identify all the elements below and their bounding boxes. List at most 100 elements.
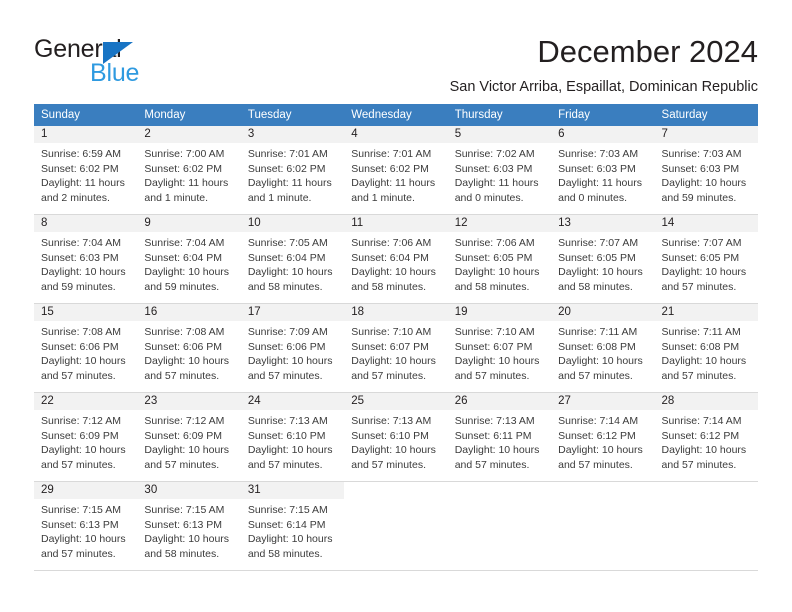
calendar-day-cell[interactable]: 30 Sunrise: 7:15 AM Sunset: 6:13 PM Dayligh… <box>137 482 241 570</box>
sunset-text: Sunset: 6:13 PM <box>41 518 119 531</box>
sunset-text: Sunset: 6:04 PM <box>144 251 223 264</box>
day-number: 27 <box>551 393 655 410</box>
calendar-day-cell[interactable]: 18 Sunrise: 7:10 AM Sunset: 6:07 PM Dayligh… <box>344 304 448 392</box>
sunset-text: Sunset: 6:02 PM <box>41 162 119 175</box>
day-details: Sunrise: 7:11 AM Sunset: 6:08 PM Daylight:… <box>551 321 654 389</box>
day-details: Sunrise: 7:14 AM Sunset: 6:12 PM Daylight:… <box>655 410 758 478</box>
daylight-text: Daylight: 10 hours and 57 minutes. <box>247 355 333 382</box>
sunset-text: Sunset: 6:02 PM <box>144 162 223 175</box>
sunrise-text: Sunrise: 7:10 AM <box>454 326 535 338</box>
calendar-page: General Blue December 2024 San Victor Ar… <box>0 0 792 612</box>
sunset-text: Sunset: 6:12 PM <box>558 429 636 442</box>
day-details: Sunrise: 7:12 AM Sunset: 6:09 PM Daylight:… <box>34 410 137 478</box>
daylight-text: Daylight: 10 hours and 58 minutes. <box>144 533 230 560</box>
day-details: Sunrise: 7:04 AM Sunset: 6:03 PM Daylight:… <box>34 232 137 300</box>
calendar-day-cell[interactable]: 5 Sunrise: 7:02 AM Sunset: 6:03 PM Daylight… <box>447 126 552 214</box>
calendar-day-empty <box>654 482 758 570</box>
day-number: 31 <box>240 482 345 499</box>
day-number: 10 <box>240 215 345 232</box>
calendar-day-cell[interactable]: 4 Sunrise: 7:01 AM Sunset: 6:02 PM Daylight… <box>344 126 448 214</box>
daylight-text: Daylight: 10 hours and 59 minutes. <box>144 266 230 293</box>
day-details: Sunrise: 7:08 AM Sunset: 6:06 PM Daylight:… <box>137 321 240 389</box>
day-details: Sunrise: 7:04 AM Sunset: 6:04 PM Daylight:… <box>137 232 240 300</box>
sunset-text: Sunset: 6:10 PM <box>247 429 326 442</box>
sunset-text: Sunset: 6:03 PM <box>454 162 533 175</box>
calendar-day-cell[interactable]: 3 Sunrise: 7:01 AM Sunset: 6:02 PM Daylight… <box>240 126 345 214</box>
calendar-day-cell[interactable]: 19 Sunrise: 7:10 AM Sunset: 6:07 PM Dayligh… <box>447 304 552 392</box>
sunrise-text: Sunrise: 7:01 AM <box>351 148 432 160</box>
weekday-friday: Friday <box>558 109 591 121</box>
calendar-day-cell[interactable]: 25 Sunrise: 7:13 AM Sunset: 6:10 PM Dayligh… <box>344 393 448 481</box>
calendar-day-cell[interactable]: 31 Sunrise: 7:15 AM Sunset: 6:14 PM Dayligh… <box>240 482 345 570</box>
weekday-thursday: Thursday <box>454 109 503 121</box>
daylight-text: Daylight: 10 hours and 57 minutes. <box>661 444 747 471</box>
calendar-week-row: 1 Sunrise: 6:59 AM Sunset: 6:02 PM Daylight… <box>34 126 758 215</box>
calendar-day-cell[interactable]: 21 Sunrise: 7:11 AM Sunset: 6:08 PM Dayligh… <box>654 304 758 392</box>
sunrise-text: Sunrise: 7:13 AM <box>454 415 535 427</box>
sunset-text: Sunset: 6:06 PM <box>41 340 119 353</box>
day-number: 8 <box>34 215 138 232</box>
day-number: 7 <box>654 126 758 143</box>
daylight-text: Daylight: 10 hours and 57 minutes. <box>351 355 436 382</box>
calendar-day-cell[interactable]: 8 Sunrise: 7:04 AM Sunset: 6:03 PM Daylight… <box>34 215 138 303</box>
day-details: Sunrise: 7:12 AM Sunset: 6:09 PM Daylight:… <box>137 410 240 478</box>
daylight-text: Daylight: 10 hours and 57 minutes. <box>41 444 126 471</box>
sunrise-text: Sunrise: 7:01 AM <box>247 148 328 160</box>
day-number: 9 <box>137 215 241 232</box>
calendar-week-row: 15 Sunrise: 7:08 AM Sunset: 6:06 PM Dayligh… <box>34 304 758 393</box>
calendar-day-cell[interactable]: 29 Sunrise: 7:15 AM Sunset: 6:13 PM Dayligh… <box>34 482 138 570</box>
daylight-text: Daylight: 11 hours and 0 minutes. <box>558 177 642 204</box>
day-number: 30 <box>137 482 241 499</box>
sunset-text: Sunset: 6:07 PM <box>454 340 533 353</box>
day-details: Sunrise: 7:10 AM Sunset: 6:07 PM Daylight:… <box>448 321 551 389</box>
calendar-day-cell[interactable]: 1 Sunrise: 6:59 AM Sunset: 6:02 PM Daylight… <box>34 126 138 214</box>
day-number: 5 <box>447 126 552 143</box>
daylight-text: Daylight: 11 hours and 0 minutes. <box>454 177 539 204</box>
sunset-text: Sunset: 6:05 PM <box>558 251 636 264</box>
generalblue-logo[interactable]: General Blue <box>34 36 214 87</box>
daylight-text: Daylight: 10 hours and 57 minutes. <box>41 533 126 560</box>
calendar-day-cell[interactable]: 10 Sunrise: 7:05 AM Sunset: 6:04 PM Dayligh… <box>240 215 345 303</box>
calendar-day-cell[interactable]: 13 Sunrise: 7:07 AM Sunset: 6:05 PM Dayligh… <box>551 215 655 303</box>
day-number: 25 <box>344 393 448 410</box>
day-details: Sunrise: 7:10 AM Sunset: 6:07 PM Daylight:… <box>344 321 447 389</box>
sunrise-text: Sunrise: 7:06 AM <box>454 237 535 249</box>
sunset-text: Sunset: 6:03 PM <box>41 251 119 264</box>
day-details <box>344 499 447 509</box>
calendar-day-cell[interactable]: 24 Sunrise: 7:13 AM Sunset: 6:10 PM Dayligh… <box>240 393 345 481</box>
calendar-day-cell[interactable]: 20 Sunrise: 7:11 AM Sunset: 6:08 PM Dayligh… <box>551 304 655 392</box>
calendar-day-cell[interactable]: 9 Sunrise: 7:04 AM Sunset: 6:04 PM Daylight… <box>137 215 241 303</box>
day-number: 18 <box>344 304 448 321</box>
calendar-day-empty <box>551 482 655 570</box>
sunrise-text: Sunrise: 7:07 AM <box>661 237 742 249</box>
day-number: 13 <box>551 215 655 232</box>
calendar-day-cell[interactable]: 6 Sunrise: 7:03 AM Sunset: 6:03 PM Daylight… <box>551 126 655 214</box>
calendar-day-cell[interactable]: 16 Sunrise: 7:08 AM Sunset: 6:06 PM Dayligh… <box>137 304 241 392</box>
calendar-day-cell[interactable]: 22 Sunrise: 7:12 AM Sunset: 6:09 PM Dayligh… <box>34 393 138 481</box>
day-number: 23 <box>137 393 241 410</box>
calendar-day-cell[interactable]: 11 Sunrise: 7:06 AM Sunset: 6:04 PM Dayligh… <box>344 215 448 303</box>
day-number: 22 <box>34 393 138 410</box>
calendar-day-cell[interactable]: 17 Sunrise: 7:09 AM Sunset: 6:06 PM Dayligh… <box>240 304 345 392</box>
calendar-day-cell[interactable]: 7 Sunrise: 7:03 AM Sunset: 6:03 PM Daylight… <box>654 126 758 214</box>
calendar-week-row: 8 Sunrise: 7:04 AM Sunset: 6:03 PM Daylight… <box>34 215 758 304</box>
sunset-text: Sunset: 6:14 PM <box>247 518 326 531</box>
calendar-day-cell[interactable]: 28 Sunrise: 7:14 AM Sunset: 6:12 PM Dayligh… <box>654 393 758 481</box>
sunrise-text: Sunrise: 7:06 AM <box>351 237 432 249</box>
sunrise-text: Sunrise: 7:14 AM <box>661 415 742 427</box>
day-number: 20 <box>551 304 655 321</box>
calendar-day-cell[interactable]: 14 Sunrise: 7:07 AM Sunset: 6:05 PM Dayligh… <box>654 215 758 303</box>
daylight-text: Daylight: 10 hours and 59 minutes. <box>41 266 126 293</box>
day-details: Sunrise: 7:05 AM Sunset: 6:04 PM Daylight:… <box>241 232 344 300</box>
calendar-day-cell[interactable]: 27 Sunrise: 7:14 AM Sunset: 6:12 PM Dayligh… <box>551 393 655 481</box>
calendar-day-cell[interactable]: 26 Sunrise: 7:13 AM Sunset: 6:11 PM Dayligh… <box>447 393 552 481</box>
calendar-day-cell[interactable]: 15 Sunrise: 7:08 AM Sunset: 6:06 PM Dayligh… <box>34 304 138 392</box>
sunset-text: Sunset: 6:04 PM <box>247 251 326 264</box>
day-details <box>655 499 758 509</box>
calendar-day-cell[interactable]: 23 Sunrise: 7:12 AM Sunset: 6:09 PM Dayligh… <box>137 393 241 481</box>
day-details: Sunrise: 7:01 AM Sunset: 6:02 PM Daylight:… <box>241 143 344 211</box>
calendar-day-cell[interactable]: 12 Sunrise: 7:06 AM Sunset: 6:05 PM Dayligh… <box>447 215 552 303</box>
sunrise-text: Sunrise: 7:14 AM <box>558 415 639 427</box>
calendar-day-cell[interactable]: 2 Sunrise: 7:00 AM Sunset: 6:02 PM Daylight… <box>137 126 241 214</box>
day-number: 3 <box>240 126 345 143</box>
